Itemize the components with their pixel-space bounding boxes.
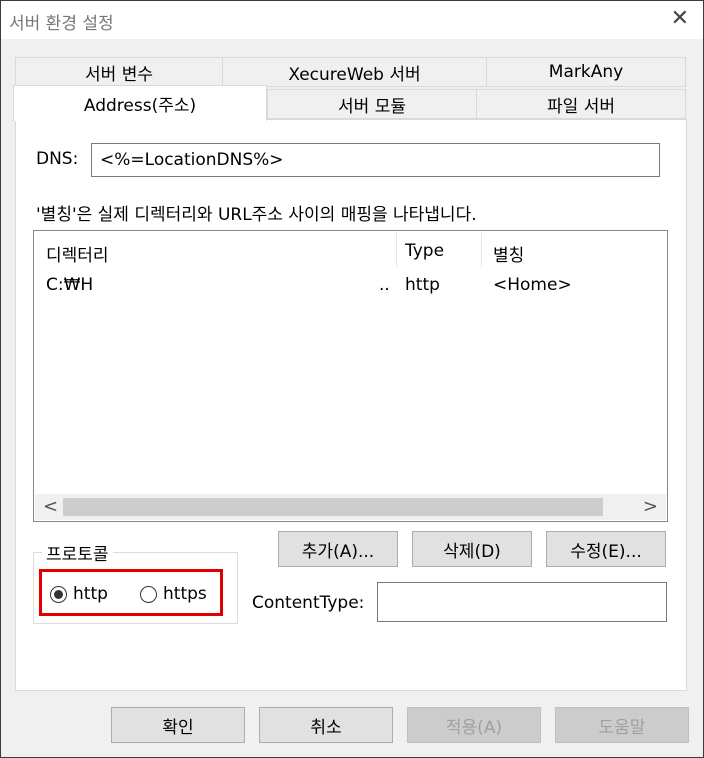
alias-list[interactable]: 디렉터리 Type 별칭 C:₩H .. http <Home> < > xyxy=(33,230,668,522)
column-header-alias[interactable]: 별칭 xyxy=(493,241,524,266)
cancel-button[interactable]: 취소 xyxy=(259,707,393,743)
dns-input-value: <%=LocationDNS%> xyxy=(100,150,284,170)
add-button[interactable]: 추가(A)... xyxy=(278,531,398,567)
protocol-group-label: 프로토콜 xyxy=(42,540,113,565)
content-type-input[interactable] xyxy=(377,582,667,622)
delete-button[interactable]: 삭제(D) xyxy=(412,531,532,567)
cell-alias: <Home> xyxy=(493,275,572,295)
edit-button[interactable]: 수정(E)... xyxy=(546,531,666,567)
dns-input[interactable]: <%=LocationDNS%> xyxy=(91,143,660,177)
content-type-label: ContentType: xyxy=(252,593,365,613)
column-divider[interactable] xyxy=(481,233,482,267)
cell-ellipsis: .. xyxy=(379,275,390,295)
http-radio-label[interactable]: http xyxy=(73,584,108,604)
scroll-thumb[interactable] xyxy=(63,498,603,516)
ok-button[interactable]: 확인 xyxy=(111,707,245,743)
https-radio[interactable] xyxy=(140,586,157,603)
cell-directory: C:₩H xyxy=(46,275,94,295)
column-header-type[interactable]: Type xyxy=(405,241,444,261)
description-text: '별칭'은 실제 디렉터리와 URL주소 사이의 매핑을 나타냅니다. xyxy=(36,205,477,225)
cell-type: http xyxy=(405,275,440,295)
horizontal-scrollbar[interactable]: < > xyxy=(35,494,666,520)
scroll-left-icon[interactable]: < xyxy=(43,496,58,517)
https-radio-label[interactable]: https xyxy=(163,584,207,604)
column-header-directory[interactable]: 디렉터리 xyxy=(46,241,109,266)
help-button[interactable]: 도움말 xyxy=(555,707,689,743)
apply-button[interactable]: 적용(A) xyxy=(407,707,541,743)
scroll-right-icon[interactable]: > xyxy=(643,496,658,517)
column-divider[interactable] xyxy=(396,233,397,267)
http-radio[interactable] xyxy=(50,586,67,603)
radio-selected-dot xyxy=(54,590,63,599)
dns-label: DNS: xyxy=(36,149,79,169)
